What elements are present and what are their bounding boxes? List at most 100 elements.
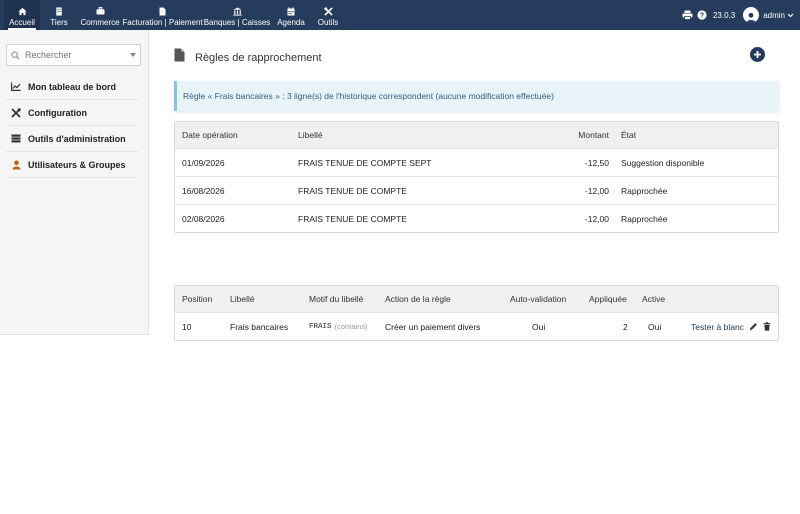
cell-state: Rapprochée [621, 185, 668, 196]
table-header: Position Libellé Motif du libellé Action… [175, 286, 778, 312]
cell-state: Rapprochée [621, 213, 668, 224]
cell-position: 10 [182, 321, 192, 332]
topbar-right: ? 23.0.3 admin [682, 0, 800, 30]
cell-state: Suggestion disponible [621, 157, 705, 168]
cell-label: FRAIS TENUE DE COMPTE SEPT [298, 157, 432, 168]
nav-label: Commerce [80, 18, 120, 27]
history-table: Date opération Libellé Montant État 01/0… [174, 121, 779, 233]
top-navbar: Accueil Tiers Commerce Facturation | Pai… [0, 0, 800, 30]
page-title: Règles de rapprochement [195, 51, 322, 64]
sidebar-item-dashboard[interactable]: Mon tableau de bord [6, 74, 138, 100]
search-box[interactable] [6, 44, 141, 66]
help-icon[interactable]: ? [697, 10, 707, 20]
col-state[interactable]: État [621, 122, 636, 148]
nav-label: Facturation | Paiement [122, 18, 203, 27]
trash-icon[interactable] [763, 322, 771, 331]
nav-commerce[interactable]: Commerce [80, 0, 120, 30]
nav-facturation[interactable]: Facturation | Paiement [122, 0, 203, 30]
cell-applied: 2 [623, 321, 628, 332]
col-label[interactable]: Libellé [230, 286, 255, 312]
rules-table: Position Libellé Motif du libellé Action… [174, 285, 779, 341]
side-menu: Mon tableau de bord Configuration Outils… [0, 74, 148, 178]
user-name[interactable]: admin [763, 11, 785, 20]
cell-amount: -12,00 [584, 213, 609, 224]
bank-icon [232, 6, 242, 16]
pattern-value: FRAIS [309, 322, 332, 331]
pattern-mode: (contains) [334, 322, 368, 331]
search-icon [11, 50, 20, 60]
sidebar-item-users-groups[interactable]: Utilisateurs & Groupes [6, 152, 138, 178]
nav-label: Tiers [50, 18, 68, 27]
nav-outils[interactable]: Outils [312, 0, 344, 30]
chart-icon [10, 82, 22, 91]
nav-label: Agenda [277, 18, 305, 27]
nav-accueil[interactable]: Accueil [4, 0, 40, 30]
nav-label: Banques | Caisses [203, 18, 271, 27]
cell-date: 02/08/2026 [182, 213, 225, 224]
cell-actions: Tester à blanc [691, 313, 771, 340]
plus-icon [753, 46, 762, 64]
table-row: 01/09/2026 FRAIS TENUE DE COMPTE SEPT -1… [175, 148, 778, 176]
dry-run-link[interactable]: Tester à blanc [691, 322, 744, 332]
tools-icon [323, 6, 333, 16]
document-icon [174, 48, 185, 67]
nav-banques[interactable]: Banques | Caisses [203, 0, 271, 30]
sidebar-item-admin-tools[interactable]: Outils d'administration [6, 126, 138, 152]
table-row: 10 Frais bancaires FRAIS (contains) Crée… [175, 312, 778, 340]
sidebar-item-label: Utilisateurs & Groupes [28, 159, 126, 170]
pencil-icon[interactable] [749, 322, 758, 331]
main-content: Règles de rapprochement Règle « Frais ba… [150, 30, 800, 514]
col-date[interactable]: Date opération [182, 122, 238, 148]
cell-amount: -12,00 [584, 185, 609, 196]
wrench-icon [10, 107, 22, 118]
cell-label: FRAIS TENUE DE COMPTE [298, 185, 407, 196]
add-rule-button[interactable] [750, 47, 765, 62]
cell-auto-validation: Oui [532, 321, 546, 332]
sidebar-item-label: Outils d'administration [28, 133, 126, 144]
col-auto-validation[interactable]: Auto-validation [510, 286, 566, 312]
search-dropdown-caret-icon[interactable] [130, 53, 136, 57]
user-icon [10, 160, 22, 170]
sidebar: Mon tableau de bord Configuration Outils… [0, 30, 149, 335]
info-message-text: Règle « Frais bancaires » : 3 ligne(s) d… [183, 91, 554, 101]
col-active[interactable]: Active [642, 286, 665, 312]
cell-date: 16/08/2026 [182, 185, 225, 196]
sidebar-item-configuration[interactable]: Configuration [6, 100, 138, 126]
svg-text:?: ? [700, 13, 704, 20]
table-row: 16/08/2026 FRAIS TENUE DE COMPTE -12,00 … [175, 176, 778, 204]
building-icon [55, 6, 63, 16]
nav-label: Accueil [9, 18, 35, 27]
cell-amount: -12,50 [584, 157, 609, 168]
cell-active: Oui [648, 321, 662, 332]
col-position[interactable]: Position [182, 286, 212, 312]
chevron-down-icon[interactable] [787, 13, 794, 18]
nav-tiers[interactable]: Tiers [44, 0, 74, 30]
col-applied[interactable]: Appliquée [589, 286, 627, 312]
file-icon [159, 6, 166, 16]
table-row: 02/08/2026 FRAIS TENUE DE COMPTE -12,00 … [175, 204, 778, 232]
cell-date: 01/09/2026 [182, 157, 225, 168]
cell-label: Frais bancaires [230, 321, 289, 332]
col-amount[interactable]: Montant [560, 122, 609, 148]
home-icon [17, 6, 27, 16]
search-input[interactable] [25, 50, 123, 60]
cell-action: Créer un paiement divers [385, 321, 481, 332]
table-header: Date opération Libellé Montant État [175, 122, 778, 148]
print-icon[interactable] [682, 10, 693, 20]
sidebar-item-label: Mon tableau de bord [28, 81, 117, 92]
briefcase-icon [96, 6, 105, 16]
col-action[interactable]: Action de la règle [385, 286, 451, 312]
info-message: Règle « Frais bancaires » : 3 ligne(s) d… [174, 81, 779, 111]
page-header: Règles de rapprochement [174, 48, 322, 67]
nav-agenda[interactable]: Agenda [275, 0, 307, 30]
user-avatar-icon[interactable] [743, 7, 760, 23]
server-icon [10, 134, 22, 143]
col-label[interactable]: Libellé [298, 122, 323, 148]
nav-label: Outils [317, 18, 339, 27]
calendar-icon [287, 6, 295, 16]
sidebar-item-label: Configuration [28, 107, 87, 118]
cell-pattern: FRAIS (contains) [309, 313, 367, 340]
cell-label: FRAIS TENUE DE COMPTE [298, 213, 407, 224]
col-pattern[interactable]: Motif du libellé [309, 286, 363, 312]
version-label: 23.0.3 [712, 10, 736, 20]
